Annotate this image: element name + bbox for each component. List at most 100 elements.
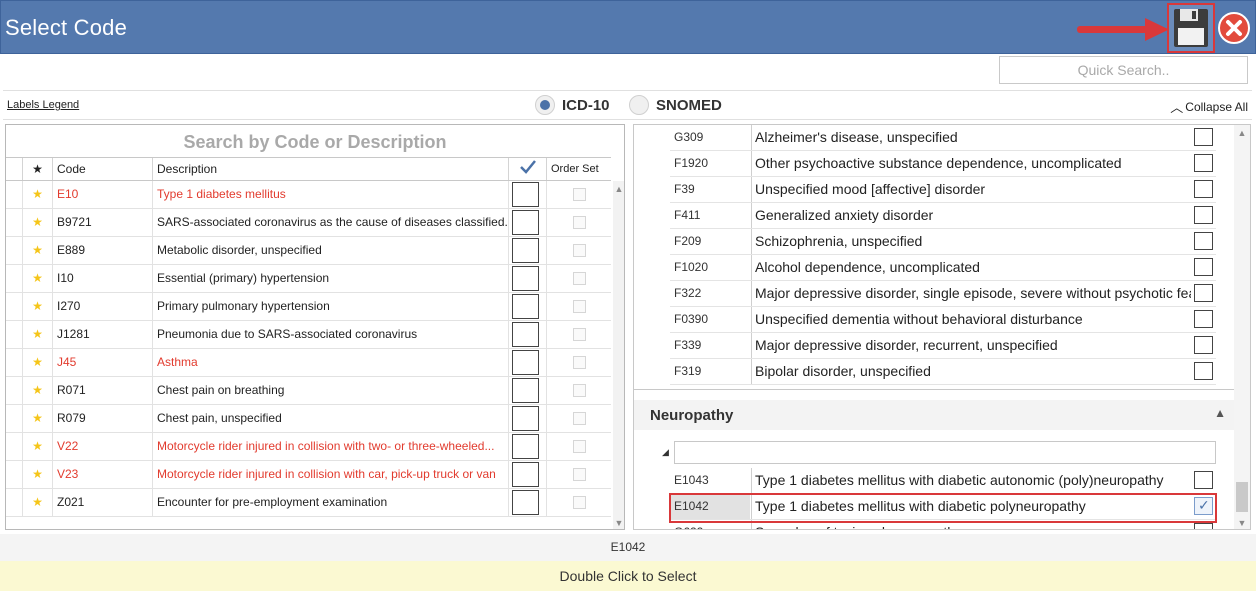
favorite-star-icon[interactable]: ★ [22,293,52,320]
list-item-checkbox[interactable] [1194,310,1213,328]
scroll-up-icon[interactable]: ▲ [613,183,624,195]
scroll-down-icon[interactable]: ▼ [613,517,624,529]
header-description[interactable]: Description [152,158,508,180]
list-item-checkbox[interactable] [1194,232,1213,250]
favorite-star-icon[interactable]: ★ [22,209,52,236]
table-row[interactable]: ★ J45 Asthma [6,349,611,377]
list-item[interactable]: F1020 Alcohol dependence, uncomplicated [670,255,1216,281]
scroll-up-icon[interactable]: ▲ [1236,127,1248,139]
quick-search-input[interactable]: Quick Search.. [999,56,1248,84]
favorite-star-icon[interactable]: ★ [22,405,52,432]
radio-snomed-indicator[interactable] [629,95,649,115]
table-row[interactable]: ★ B9721 SARS-associated coronavirus as the… [6,209,611,237]
list-item[interactable]: F1920 Other psychoactive substance depend… [670,151,1216,177]
row-select-checkbox[interactable] [512,434,539,459]
row-select-checkbox[interactable] [512,322,539,347]
order-set-checkbox[interactable] [573,188,586,201]
header-check[interactable] [508,158,546,180]
list-item[interactable]: F0390 Unspecified dementia without behavi… [670,307,1216,333]
favorite-star-icon[interactable]: ★ [22,181,52,208]
group-header-neuropathy[interactable]: Neuropathy ▲ [634,400,1234,430]
save-button[interactable] [1167,3,1215,53]
row-select-checkbox[interactable] [512,238,539,263]
group-filter-input[interactable] [674,441,1216,464]
order-set-checkbox[interactable] [573,468,586,481]
collapse-all-button[interactable]: ︿ Collapse All [1170,97,1248,116]
table-row[interactable]: ★ J1281 Pneumonia due to SARS-associated c… [6,321,611,349]
list-item-checkbox[interactable] [1194,471,1213,489]
list-item[interactable]: G309 Alzheimer's disease, unspecified [670,125,1216,151]
favorite-star-icon[interactable]: ★ [22,461,52,488]
favorite-star-icon[interactable]: ★ [22,377,52,404]
list-item[interactable]: F322 Major depressive disorder, single ep… [670,281,1216,307]
favorite-star-icon[interactable]: ★ [22,489,52,516]
row-select-checkbox[interactable] [512,182,539,207]
order-set-checkbox[interactable] [573,356,586,369]
favorite-star-icon[interactable]: ★ [22,158,52,180]
table-row[interactable]: ★ I270 Primary pulmonary hypertension [6,293,611,321]
chevron-up-icon[interactable]: ▲ [1214,406,1226,420]
list-item[interactable]: F319 Bipolar disorder, unspecified [670,359,1216,385]
order-set-checkbox[interactable] [573,272,586,285]
list-item-checkbox[interactable] [1194,128,1213,146]
scroll-down-icon[interactable]: ▼ [1236,517,1248,529]
right-scrollbar[interactable]: ▲ ▼ [1234,125,1250,529]
row-select-checkbox[interactable] [512,406,539,431]
order-set-checkbox[interactable] [573,412,586,425]
table-row[interactable]: ★ Z021 Encounter for pre-employment examin… [6,489,611,517]
list-item[interactable]: F339 Major depressive disorder, recurrent… [670,333,1216,359]
list-item[interactable]: F411 Generalized anxiety disorder [670,203,1216,229]
list-item[interactable]: F209 Schizophrenia, unspecified [670,229,1216,255]
row-select-checkbox[interactable] [512,210,539,235]
list-item-checkbox[interactable] [1194,154,1213,172]
list-item[interactable]: F39 Unspecified mood [affective] disorder [670,177,1216,203]
table-row[interactable]: ★ E889 Metabolic disorder, unspecified [6,237,611,265]
list-item[interactable]: E1043 Type 1 diabetes mellitus with diabe… [670,468,1216,494]
order-set-checkbox[interactable] [573,496,586,509]
collapse-triangle-icon[interactable]: ◢ [662,447,669,458]
order-set-checkbox[interactable] [573,300,586,313]
labels-legend-link[interactable]: Labels Legend [7,99,79,111]
order-set-checkbox[interactable] [573,440,586,453]
radio-snomed[interactable]: SNOMED [629,94,722,116]
radio-icd10[interactable]: ICD-10 [535,94,610,116]
row-select-checkbox[interactable] [512,266,539,291]
list-item-checkbox[interactable] [1194,362,1213,380]
scroll-thumb[interactable] [1236,482,1248,512]
row-select-checkbox[interactable] [512,294,539,319]
close-icon[interactable] [1217,11,1251,45]
header-order-set[interactable]: Order Set [546,158,611,180]
list-item-checkbox[interactable] [1194,523,1213,529]
favorite-star-icon[interactable]: ★ [22,349,52,376]
row-select-checkbox[interactable] [512,462,539,487]
order-set-checkbox[interactable] [573,384,586,397]
list-item-checkbox[interactable] [1194,336,1213,354]
list-item-checkbox[interactable] [1194,284,1213,302]
table-row[interactable]: ★ V23 Motorcycle rider injured in collisio… [6,461,611,489]
list-item-checkbox[interactable] [1194,258,1213,276]
favorite-star-icon[interactable]: ★ [22,237,52,264]
order-set-checkbox[interactable] [573,216,586,229]
row-select-checkbox[interactable] [512,350,539,375]
table-row[interactable]: ★ I10 Essential (primary) hypertension [6,265,611,293]
order-set-checkbox[interactable] [573,328,586,341]
code-search-input[interactable]: Search by Code or Description [6,125,624,155]
row-order-set-cell [546,433,611,460]
favorite-star-icon[interactable]: ★ [22,321,52,348]
table-row[interactable]: ★ E10 Type 1 diabetes mellitus [6,181,611,209]
table-row[interactable]: ★ R079 Chest pain, unspecified [6,405,611,433]
favorite-star-icon[interactable]: ★ [22,265,52,292]
list-item-description: Major depressive disorder, recurrent, un… [751,333,1191,358]
list-item-checkbox[interactable] [1194,206,1213,224]
left-scrollbar[interactable]: ▲ ▼ [613,181,624,529]
row-select-checkbox[interactable] [512,378,539,403]
table-row[interactable]: ★ R071 Chest pain on breathing [6,377,611,405]
order-set-checkbox[interactable] [573,244,586,257]
list-item-checkbox[interactable] [1194,180,1213,198]
row-select-checkbox[interactable] [512,490,539,515]
header-code[interactable]: Code [52,158,152,180]
row-select-cell [508,321,546,348]
radio-icd10-indicator[interactable] [535,95,555,115]
table-row[interactable]: ★ V22 Motorcycle rider injured in collisio… [6,433,611,461]
favorite-star-icon[interactable]: ★ [22,433,52,460]
